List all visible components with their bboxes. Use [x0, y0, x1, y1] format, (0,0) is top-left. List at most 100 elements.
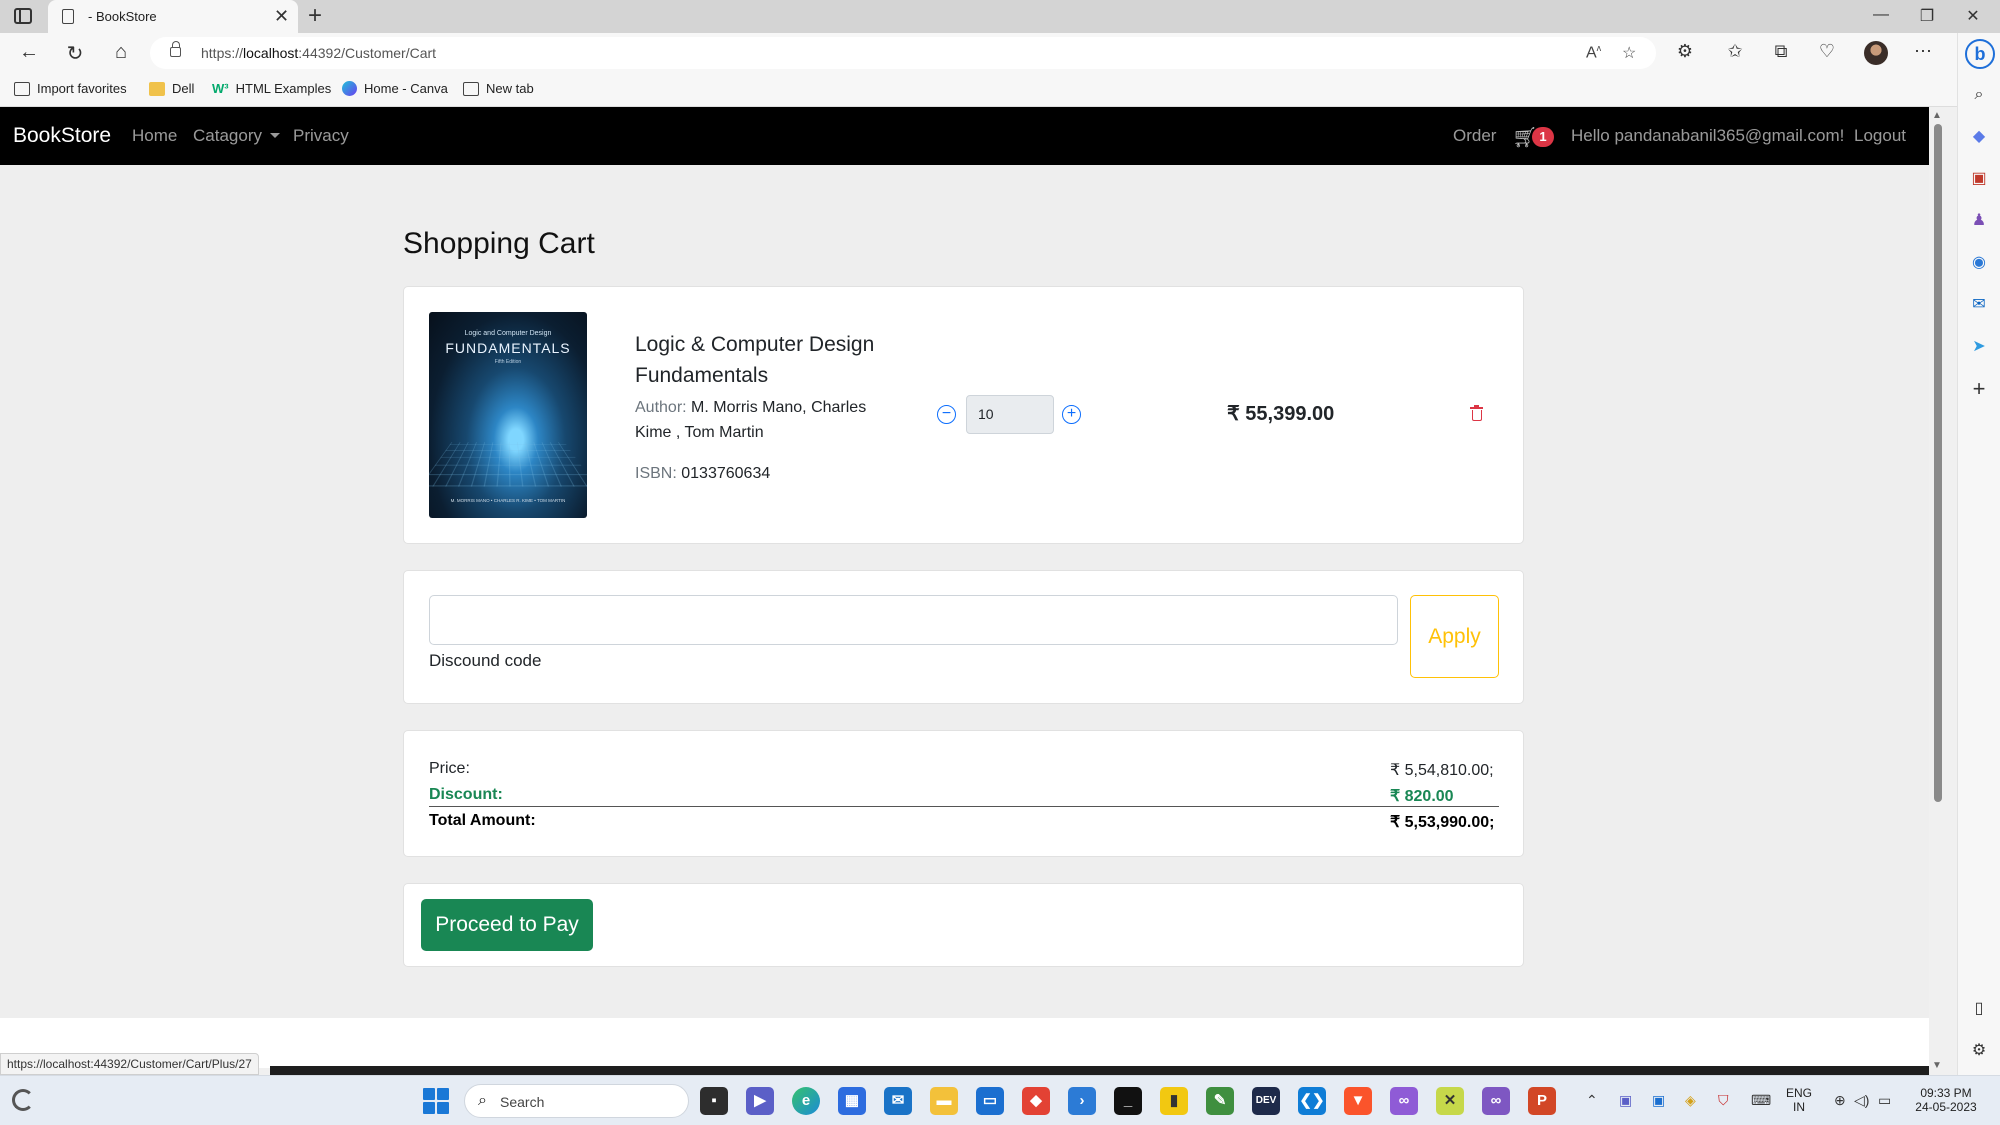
restore-icon[interactable]: ❐: [1912, 6, 1942, 26]
nav-link-logout[interactable]: Logout: [1854, 126, 1906, 146]
scrollbar-thumb[interactable]: [1934, 124, 1942, 802]
edge-browser-icon[interactable]: e: [792, 1087, 820, 1115]
trash-icon[interactable]: [1470, 405, 1483, 421]
proceed-to-pay-button[interactable]: Proceed to Pay: [421, 899, 593, 951]
apply-button[interactable]: Apply: [1410, 595, 1499, 678]
games-icon[interactable]: ♟: [1969, 211, 1989, 231]
mail-icon[interactable]: ✉: [884, 1087, 912, 1115]
minimize-icon[interactable]: —: [1866, 6, 1896, 24]
favorite-canva[interactable]: Home - Canva: [342, 81, 448, 96]
url-text[interactable]: https://localhost:44392/Customer/Cart: [201, 45, 436, 61]
tab-actions-icon[interactable]: [14, 8, 32, 24]
tab-title: - BookStore: [88, 9, 157, 24]
hide-sidebar-icon[interactable]: ▯: [1969, 999, 1989, 1019]
page-icon: [62, 9, 74, 24]
language-indicator[interactable]: ENG IN: [1786, 1086, 1812, 1114]
read-aloud-icon[interactable]: Aʌ: [1586, 43, 1601, 62]
favorite-new-tab[interactable]: New tab: [463, 81, 534, 96]
volume-icon[interactable]: ◁): [1854, 1092, 1869, 1109]
drop-icon[interactable]: ➤: [1969, 337, 1989, 357]
book-cover-image[interactable]: Logic and Computer Design FUNDAMENTALS F…: [429, 312, 587, 518]
visual-studio-icon[interactable]: ∞: [1390, 1087, 1418, 1115]
favorites-icon[interactable]: ✩: [1722, 41, 1748, 62]
price-value: ₹ 5,54,810.00;: [1390, 762, 1494, 779]
git-icon[interactable]: ◆: [1022, 1087, 1050, 1115]
extensions-icon[interactable]: ⚙: [1672, 41, 1698, 62]
home-icon[interactable]: ⌂: [108, 41, 134, 64]
widgets-icon[interactable]: [12, 1089, 34, 1111]
task-view-icon[interactable]: ▪: [700, 1087, 728, 1115]
checkout-card: Proceed to Pay: [403, 883, 1524, 967]
outlook-icon[interactable]: ✉: [1969, 295, 1989, 315]
scroll-up-arrow-icon[interactable]: ▲: [1932, 110, 1942, 121]
profile-avatar[interactable]: [1864, 41, 1888, 65]
isbn-label: ISBN:: [635, 465, 677, 482]
clock[interactable]: 09:33 PM 24-05-2023: [1910, 1086, 1982, 1114]
favorite-dell[interactable]: Dell: [149, 81, 194, 96]
dev-tool-icon[interactable]: DEV: [1252, 1087, 1280, 1115]
add-favorite-icon[interactable]: ☆: [1622, 43, 1636, 63]
decrease-quantity-icon[interactable]: −: [937, 405, 956, 424]
scroll-down-arrow-icon[interactable]: ▼: [1932, 1060, 1942, 1071]
discount-code-input[interactable]: [429, 595, 1398, 645]
notepad-icon[interactable]: ✎: [1206, 1087, 1234, 1115]
more-options-icon[interactable]: ⋯: [1910, 41, 1936, 62]
show-hidden-icons[interactable]: ⌃: [1586, 1092, 1598, 1109]
vscode-icon[interactable]: ❮❯: [1298, 1087, 1326, 1115]
user-greeting[interactable]: Hello pandanabanil365@gmail.com!: [1571, 126, 1844, 146]
settings-icon[interactable]: ⚙: [1969, 1041, 1989, 1061]
remote-desktop-icon[interactable]: ▭: [976, 1087, 1004, 1115]
collections-icon[interactable]: ⧉: [1768, 41, 1794, 62]
shopping-icon[interactable]: ◆: [1969, 127, 1989, 147]
battery-icon[interactable]: ▭: [1878, 1092, 1891, 1109]
security-tray-icon[interactable]: ◈: [1685, 1092, 1696, 1109]
microsoft-365-icon[interactable]: ◉: [1969, 253, 1989, 273]
start-button[interactable]: [423, 1088, 449, 1114]
store-icon[interactable]: ▦: [838, 1087, 866, 1115]
brand-link[interactable]: BookStore: [13, 124, 111, 148]
terminal-icon[interactable]: _: [1114, 1087, 1142, 1115]
teams-chat-icon[interactable]: ▶: [746, 1087, 774, 1115]
brave-browser-icon[interactable]: ▼: [1344, 1087, 1372, 1115]
back-icon[interactable]: ←: [16, 41, 42, 64]
taskbar-search[interactable]: ⌕ Search: [464, 1084, 689, 1118]
nav-dropdown-category[interactable]: Catagory: [193, 126, 280, 146]
app-tray-icon[interactable]: ▣: [1652, 1092, 1665, 1109]
discount-code-label: Discound code: [429, 651, 542, 670]
import-icon: [14, 81, 30, 96]
power-bi-icon[interactable]: ▮: [1160, 1087, 1188, 1115]
tab-close-icon[interactable]: ✕: [274, 6, 289, 27]
lock-icon[interactable]: [170, 41, 181, 57]
cart-count-badge: 1: [1532, 127, 1554, 147]
increase-quantity-icon[interactable]: +: [1062, 405, 1081, 424]
browser-tab-active[interactable]: - BookStore ✕: [48, 0, 298, 33]
discount-value: ₹ 820.00: [1390, 788, 1454, 805]
favorite-import[interactable]: Import favorites: [14, 81, 127, 96]
cart-item-card: Logic and Computer Design FUNDAMENTALS F…: [403, 286, 1524, 544]
browser-essentials-icon[interactable]: ♡: [1814, 41, 1840, 62]
nav-link-order[interactable]: Order: [1453, 126, 1496, 146]
keyboard-tray-icon[interactable]: ⌨: [1751, 1092, 1771, 1109]
network-icon[interactable]: ⊕: [1834, 1092, 1846, 1109]
url-field[interactable]: https://localhost:44392/Customer/Cart Aʌ…: [150, 37, 1656, 69]
refresh-icon[interactable]: ↻: [62, 41, 88, 66]
tools-icon[interactable]: ▣: [1969, 169, 1989, 189]
folder-icon: [149, 81, 165, 96]
powerpoint-icon[interactable]: P: [1528, 1087, 1556, 1115]
nav-link-privacy[interactable]: Privacy: [293, 126, 349, 146]
favorite-html-examples[interactable]: W³ HTML Examples: [212, 81, 331, 96]
search-icon[interactable]: ⌕: [1969, 85, 1989, 105]
paint-app-icon[interactable]: ✕: [1436, 1087, 1464, 1115]
powershell-icon[interactable]: ›: [1068, 1087, 1096, 1115]
teams-tray-icon[interactable]: ▣: [1619, 1092, 1632, 1109]
add-sidebar-app-icon[interactable]: +: [1969, 378, 1989, 400]
file-explorer-icon[interactable]: ▬: [930, 1087, 958, 1115]
nav-link-home[interactable]: Home: [132, 126, 177, 146]
window-close-icon[interactable]: ✕: [1958, 6, 1988, 26]
quantity-field[interactable]: 10: [966, 395, 1054, 434]
canva-icon: [342, 81, 357, 96]
new-tab-button[interactable]: +: [308, 2, 322, 30]
visual-studio-alt-icon[interactable]: ∞: [1482, 1087, 1510, 1115]
bing-chat-icon[interactable]: b: [1965, 39, 1995, 69]
mcafee-tray-icon[interactable]: ⛉: [1718, 1092, 1729, 1109]
